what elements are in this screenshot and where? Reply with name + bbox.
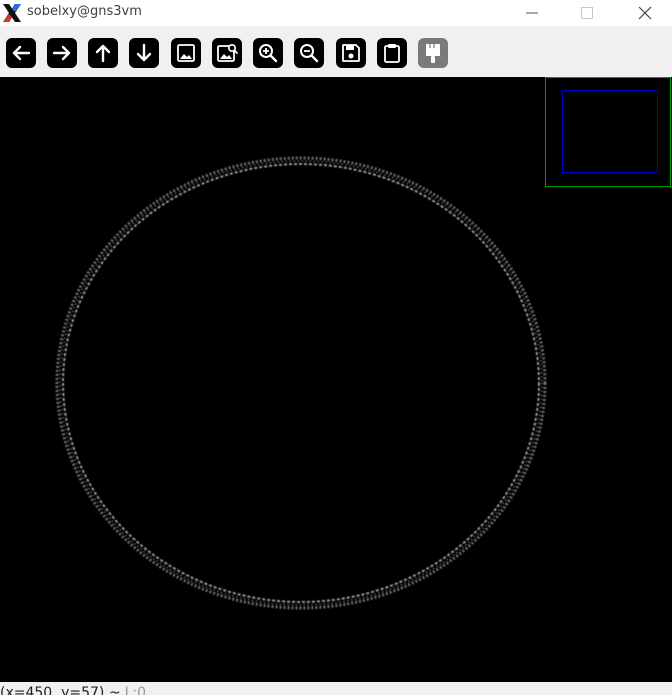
zoom-original-button[interactable]: [212, 38, 242, 68]
pan-down-button[interactable]: [129, 38, 159, 68]
zoom-to-fit-button[interactable]: [171, 38, 201, 68]
cursor-coords: (x=450, y=57) ~: [0, 685, 121, 695]
title-bar: sobelxy@gns3vm: [0, 0, 672, 26]
overview-frame[interactable]: [545, 77, 671, 187]
edge-image: [55, 77, 671, 610]
zoom-out-icon: [300, 44, 319, 63]
arrow-right-icon: [52, 45, 71, 61]
zoom-in-button[interactable]: [253, 38, 283, 68]
pan-left-button[interactable]: [6, 38, 36, 68]
copy-clipboard-button[interactable]: [377, 38, 407, 68]
edge-ring-outer: [55, 156, 547, 610]
close-icon: [638, 6, 652, 20]
minimize-icon: [526, 12, 538, 14]
maximize-icon: [581, 7, 593, 19]
image-canvas[interactable]: [0, 77, 672, 682]
zoom-out-button[interactable]: [294, 38, 324, 68]
pan-up-button[interactable]: [88, 38, 118, 68]
x11-icon: [3, 4, 21, 22]
edge-ring-inner: [62, 163, 540, 603]
image-icon: [177, 44, 195, 62]
maximize-button[interactable]: [564, 0, 610, 26]
clipboard-icon: [384, 44, 400, 63]
pixel-value: L:0: [124, 685, 147, 695]
properties-button[interactable]: [418, 38, 448, 68]
arrow-left-icon: [12, 45, 31, 61]
pan-right-button[interactable]: [47, 38, 77, 68]
image-search-icon: [217, 44, 238, 62]
status-line: (x=450, y=57) ~ L:0: [0, 685, 146, 695]
minimize-button[interactable]: [509, 0, 555, 26]
window-title: sobelxy@gns3vm: [27, 4, 142, 19]
save-image-button[interactable]: [336, 38, 366, 68]
toolbar: [0, 26, 672, 76]
save-icon: [342, 44, 360, 62]
zoom-in-icon: [259, 44, 278, 63]
paint-brush-icon: [426, 44, 440, 63]
status-bar: (x=450, y=57) ~ L:0: [0, 682, 672, 695]
arrow-down-icon: [136, 43, 152, 62]
close-button[interactable]: [622, 0, 668, 26]
arrow-up-icon: [95, 44, 111, 63]
